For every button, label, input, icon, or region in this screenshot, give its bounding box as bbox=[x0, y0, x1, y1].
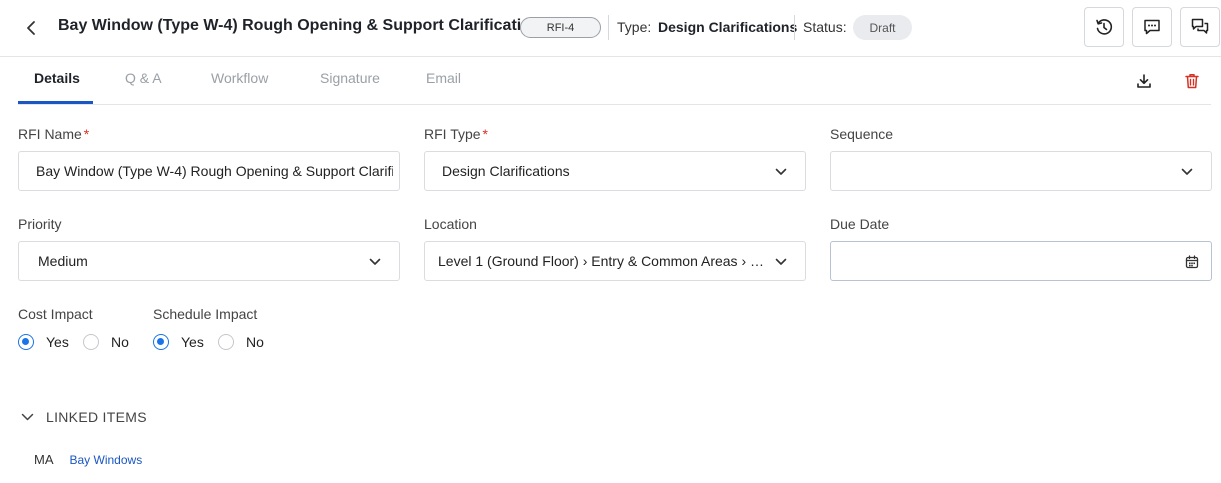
linked-item: MA Bay Windows bbox=[34, 452, 142, 467]
chevron-down-icon bbox=[368, 255, 382, 269]
divider bbox=[608, 15, 609, 40]
rfi-name-input[interactable] bbox=[18, 151, 400, 191]
rfi-type-select[interactable]: Design Clarifications bbox=[424, 151, 806, 191]
tab-q-and-a[interactable]: Q & A bbox=[125, 70, 162, 86]
rfi-name-label: RFI Name * bbox=[18, 126, 90, 142]
radio-selected-icon bbox=[18, 334, 34, 350]
page-title: Bay Window (Type W-4) Rough Opening & Su… bbox=[58, 17, 541, 34]
radio-unselected-icon bbox=[83, 334, 99, 350]
rfi-type-label: RFI Type * bbox=[424, 126, 488, 142]
linked-items-toggle[interactable]: LINKED ITEMS bbox=[21, 409, 147, 425]
linked-item-link[interactable]: Bay Windows bbox=[70, 453, 143, 467]
rfi-name-text[interactable] bbox=[36, 163, 393, 179]
type-value: Design Clarifications bbox=[658, 19, 798, 35]
calendar-icon[interactable] bbox=[1185, 255, 1199, 269]
chevron-down-icon bbox=[774, 165, 788, 179]
sequence-select[interactable] bbox=[830, 151, 1212, 191]
trash-icon bbox=[1185, 74, 1199, 89]
conversation-button[interactable] bbox=[1180, 7, 1220, 47]
priority-select[interactable]: Medium bbox=[18, 241, 400, 281]
cost-impact-label: Cost Impact bbox=[18, 306, 93, 322]
download-button[interactable] bbox=[1134, 71, 1154, 91]
priority-label: Priority bbox=[18, 216, 62, 232]
type-label: Type: bbox=[617, 19, 652, 35]
linked-items-heading: LINKED ITEMS bbox=[46, 409, 147, 425]
page-header: Bay Window (Type W-4) Rough Opening & Su… bbox=[0, 0, 1221, 57]
delete-button[interactable] bbox=[1182, 71, 1202, 91]
status-badge: Draft bbox=[853, 15, 912, 40]
rfi-number-badge: RFI-4 bbox=[520, 17, 601, 38]
tab-signature[interactable]: Signature bbox=[320, 70, 380, 86]
divider bbox=[794, 15, 795, 40]
radio-selected-icon bbox=[153, 334, 169, 350]
comments-button[interactable] bbox=[1132, 7, 1172, 47]
history-button[interactable] bbox=[1084, 7, 1124, 47]
radio-unselected-icon bbox=[218, 334, 234, 350]
back-button[interactable] bbox=[20, 16, 42, 40]
status-label: Status: bbox=[803, 19, 847, 35]
tab-email[interactable]: Email bbox=[426, 70, 461, 86]
back-arrow-icon bbox=[27, 21, 35, 35]
rfi-type-value: Design Clarifications bbox=[442, 163, 570, 179]
cost-impact-no[interactable]: No bbox=[83, 334, 129, 350]
schedule-impact-label: Schedule Impact bbox=[153, 306, 258, 322]
conversation-icon bbox=[1191, 18, 1209, 34]
location-label: Location bbox=[424, 216, 477, 232]
comment-icon bbox=[1144, 19, 1160, 35]
tabs-divider bbox=[18, 104, 1211, 105]
chevron-down-icon bbox=[774, 255, 788, 269]
download-icon bbox=[1137, 74, 1151, 88]
linked-item-type: MA bbox=[34, 452, 54, 467]
location-value: Level 1 (Ground Floor) › Entry & Common … bbox=[438, 253, 769, 269]
priority-value: Medium bbox=[38, 253, 88, 269]
schedule-impact-yes[interactable]: Yes bbox=[153, 334, 204, 350]
sequence-label: Sequence bbox=[830, 126, 894, 142]
location-select[interactable]: Level 1 (Ground Floor) › Entry & Common … bbox=[424, 241, 806, 281]
due-date-label: Due Date bbox=[830, 216, 890, 232]
tab-workflow[interactable]: Workflow bbox=[211, 70, 268, 86]
schedule-impact-no[interactable]: No bbox=[218, 334, 264, 350]
cost-impact-yes[interactable]: Yes bbox=[18, 334, 69, 350]
tab-details[interactable]: Details bbox=[34, 70, 80, 86]
chevron-down-icon bbox=[1180, 165, 1194, 179]
history-icon bbox=[1096, 19, 1113, 35]
due-date-input[interactable] bbox=[830, 241, 1212, 281]
chevron-down-icon bbox=[21, 413, 34, 420]
